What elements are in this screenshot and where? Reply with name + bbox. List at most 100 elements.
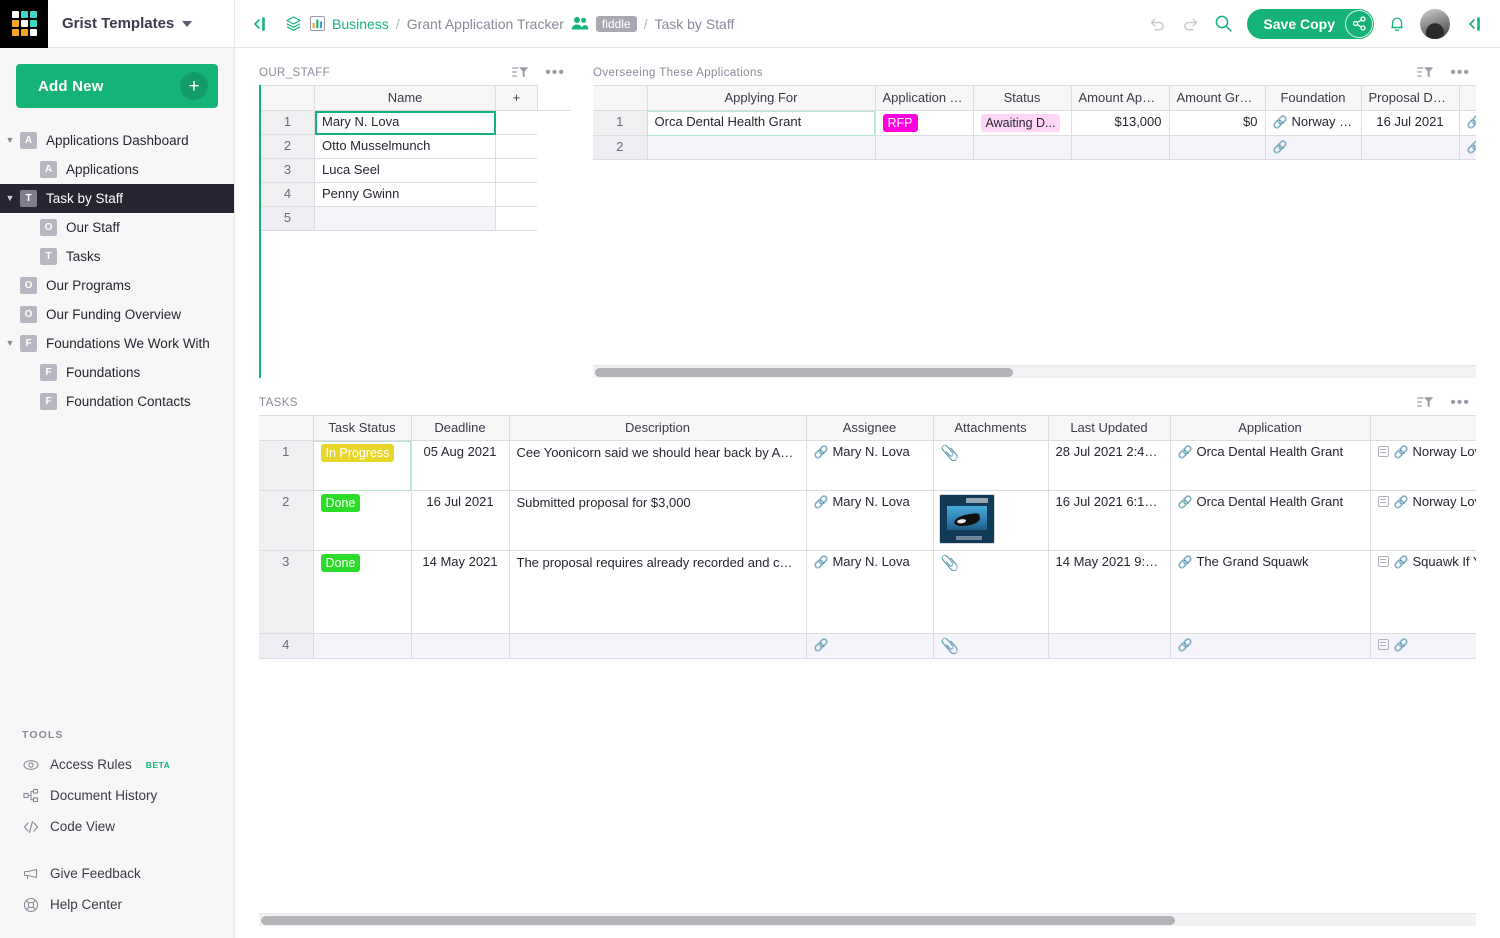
- cell-applying-for[interactable]: Orca Dental Health Grant: [647, 111, 875, 136]
- column-header-overflow[interactable]: [1459, 86, 1476, 111]
- cell-new-last-updated[interactable]: [1048, 634, 1170, 659]
- cell-new-overflow[interactable]: 🔗: [1459, 136, 1476, 160]
- sort-filter-icon[interactable]: [512, 65, 529, 80]
- cell-new-application[interactable]: 🔗: [1170, 634, 1370, 659]
- cell-overflow[interactable]: 🔗: [1459, 111, 1476, 136]
- column-header-application-type[interactable]: Application Type: [875, 86, 973, 111]
- cell-task-status[interactable]: Done: [313, 491, 411, 551]
- tool-give-feedback[interactable]: Give Feedback: [0, 858, 234, 889]
- collapse-right-panel-icon[interactable]: [1464, 17, 1486, 31]
- cell-task-status[interactable]: In Progress: [313, 441, 411, 491]
- tool-help-center[interactable]: Help Center: [0, 889, 234, 920]
- column-header-description[interactable]: Description: [509, 416, 806, 441]
- horizontal-scrollbar-tasks[interactable]: [259, 913, 1476, 926]
- cell-new-status[interactable]: [973, 136, 1071, 160]
- sidebar-item-foundations-we-work-with[interactable]: ▼ F Foundations We Work With: [0, 329, 234, 358]
- cell-new-proposal-deadline[interactable]: [1361, 136, 1459, 160]
- table-row[interactable]: 1 In Progress 05 Aug 2021 Cee Yoonicorn …: [259, 441, 1476, 491]
- tool-code-view[interactable]: Code View: [0, 811, 234, 842]
- cell-new-task-status[interactable]: [313, 634, 411, 659]
- column-header-deadline[interactable]: Deadline: [411, 416, 509, 441]
- cell-description[interactable]: The proposal requires already recorded a…: [509, 551, 806, 634]
- chevron-down-icon[interactable]: ▼: [0, 194, 20, 203]
- cell-last-updated[interactable]: 28 Jul 2021 2:46pm: [1048, 441, 1170, 491]
- cell-foundation[interactable]: 🔗Norway Loves: [1370, 491, 1476, 551]
- add-column-button[interactable]: +: [496, 86, 538, 111]
- column-header-assignee[interactable]: Assignee: [806, 416, 933, 441]
- cell-attachments[interactable]: 📎: [933, 551, 1048, 634]
- people-icon[interactable]: [571, 16, 589, 31]
- widget-title-our-staff[interactable]: OUR_STAFF: [259, 67, 512, 79]
- column-header-amount-granted[interactable]: Amount Granted: [1169, 86, 1265, 111]
- fiddle-badge[interactable]: fiddle: [596, 16, 637, 32]
- column-header-proposal-deadline[interactable]: Proposal Deadl...: [1361, 86, 1459, 111]
- chevron-down-icon[interactable]: ▼: [0, 339, 20, 348]
- chevron-down-icon[interactable]: ▼: [0, 136, 20, 145]
- undo-icon[interactable]: [1148, 14, 1167, 33]
- column-header-attachments[interactable]: Attachments: [933, 416, 1048, 441]
- sidebar-item-tasks[interactable]: T Tasks: [0, 242, 234, 271]
- column-header-task-status[interactable]: Task Status: [313, 416, 411, 441]
- search-icon[interactable]: [1214, 14, 1233, 33]
- column-header-status[interactable]: Status: [973, 86, 1071, 111]
- grist-logo[interactable]: [0, 0, 48, 48]
- cell-assignee[interactable]: 🔗Mary N. Lova: [806, 441, 933, 491]
- column-header-foundation[interactable]: Foundatio: [1370, 416, 1476, 441]
- table-row[interactable]: 2 Done 16 Jul 2021 Submitted proposal fo…: [259, 491, 1476, 551]
- cell-name[interactable]: Mary N. Lova: [315, 111, 496, 135]
- cell-assignee[interactable]: 🔗Mary N. Lova: [806, 551, 933, 634]
- cell-foundation[interactable]: 🔗Norway Loves: [1370, 441, 1476, 491]
- cell-new-application-type[interactable]: [875, 136, 973, 160]
- cell-name[interactable]: Penny Gwinn: [315, 183, 496, 207]
- horizontal-scrollbar-overseeing[interactable]: [593, 365, 1476, 378]
- cell-new-foundation[interactable]: 🔗: [1370, 634, 1476, 659]
- widget-menu-icon[interactable]: •••: [545, 70, 565, 76]
- cell-deadline[interactable]: 05 Aug 2021: [411, 441, 509, 491]
- breadcrumb-document[interactable]: Grant Application Tracker: [407, 16, 564, 32]
- save-copy-button[interactable]: Save Copy: [1247, 9, 1374, 39]
- cell-description[interactable]: Submitted proposal for $3,000: [509, 491, 806, 551]
- sidebar-item-applications[interactable]: A Applications: [0, 155, 234, 184]
- column-header-application[interactable]: Application: [1170, 416, 1370, 441]
- sidebar-item-foundation-contacts[interactable]: F Foundation Contacts: [0, 387, 234, 416]
- cell-name[interactable]: Otto Musselmunch: [315, 135, 496, 159]
- table-row[interactable]: 1 Mary N. Lova: [261, 111, 571, 135]
- add-row[interactable]: 4 🔗 📎 🔗 🔗: [259, 634, 1476, 659]
- cell-new-amount-applied[interactable]: [1071, 136, 1169, 160]
- cell-new-amount-granted[interactable]: [1169, 136, 1265, 160]
- sidebar-item-applications-dashboard[interactable]: ▼ A Applications Dashboard: [0, 126, 234, 155]
- cell-application-type[interactable]: RFP: [875, 111, 973, 136]
- cell-proposal-deadline[interactable]: 16 Jul 2021: [1361, 111, 1459, 136]
- avatar[interactable]: [1420, 9, 1450, 39]
- cell-deadline[interactable]: 14 May 2021: [411, 551, 509, 634]
- column-header-foundation[interactable]: Foundation: [1265, 86, 1361, 111]
- column-header-last-updated[interactable]: Last Updated: [1048, 416, 1170, 441]
- cell-deadline[interactable]: 16 Jul 2021: [411, 491, 509, 551]
- sort-filter-icon[interactable]: [1417, 395, 1434, 410]
- cell-new-assignee[interactable]: 🔗: [806, 634, 933, 659]
- org-selector[interactable]: Grist Templates: [48, 15, 234, 32]
- widget-title-overseeing[interactable]: Overseeing These Applications: [593, 67, 1417, 79]
- table-row[interactable]: 3 Luca Seel: [261, 159, 571, 183]
- cell-name[interactable]: Luca Seel: [315, 159, 496, 183]
- cell-amount-applied[interactable]: $13,000: [1071, 111, 1169, 136]
- attachment-thumbnail-orca[interactable]: [939, 494, 995, 544]
- cell-foundation[interactable]: 🔗Norway L...: [1265, 111, 1361, 136]
- collapse-left-panel-icon[interactable]: [249, 17, 271, 31]
- cell-last-updated[interactable]: 16 Jul 2021 6:13pm: [1048, 491, 1170, 551]
- sidebar-item-our-staff[interactable]: O Our Staff: [0, 213, 234, 242]
- cell-attachments[interactable]: [933, 491, 1048, 551]
- widget-title-tasks[interactable]: TASKS: [259, 397, 1417, 409]
- cell-foundation[interactable]: 🔗Squawk If You': [1370, 551, 1476, 634]
- add-row[interactable]: 2 🔗 🔗: [593, 136, 1476, 160]
- table-row[interactable]: 1 Orca Dental Health Grant RFP Awaiting …: [593, 111, 1476, 136]
- sidebar-item-our-programs[interactable]: ▼ O Our Programs: [0, 271, 234, 300]
- column-header-amount-applied[interactable]: Amount Applie...: [1071, 86, 1169, 111]
- sidebar-item-task-by-staff[interactable]: ▼ T Task by Staff: [0, 184, 234, 213]
- column-header-applying-for[interactable]: Applying For: [647, 86, 875, 111]
- scrollbar-thumb[interactable]: [261, 916, 1175, 925]
- cell-new-name[interactable]: [315, 207, 496, 231]
- add-new-button[interactable]: Add New +: [16, 64, 218, 108]
- sidebar-item-our-funding-overview[interactable]: ▼ O Our Funding Overview: [0, 300, 234, 329]
- tool-access-rules[interactable]: Access Rules BETA: [0, 749, 234, 780]
